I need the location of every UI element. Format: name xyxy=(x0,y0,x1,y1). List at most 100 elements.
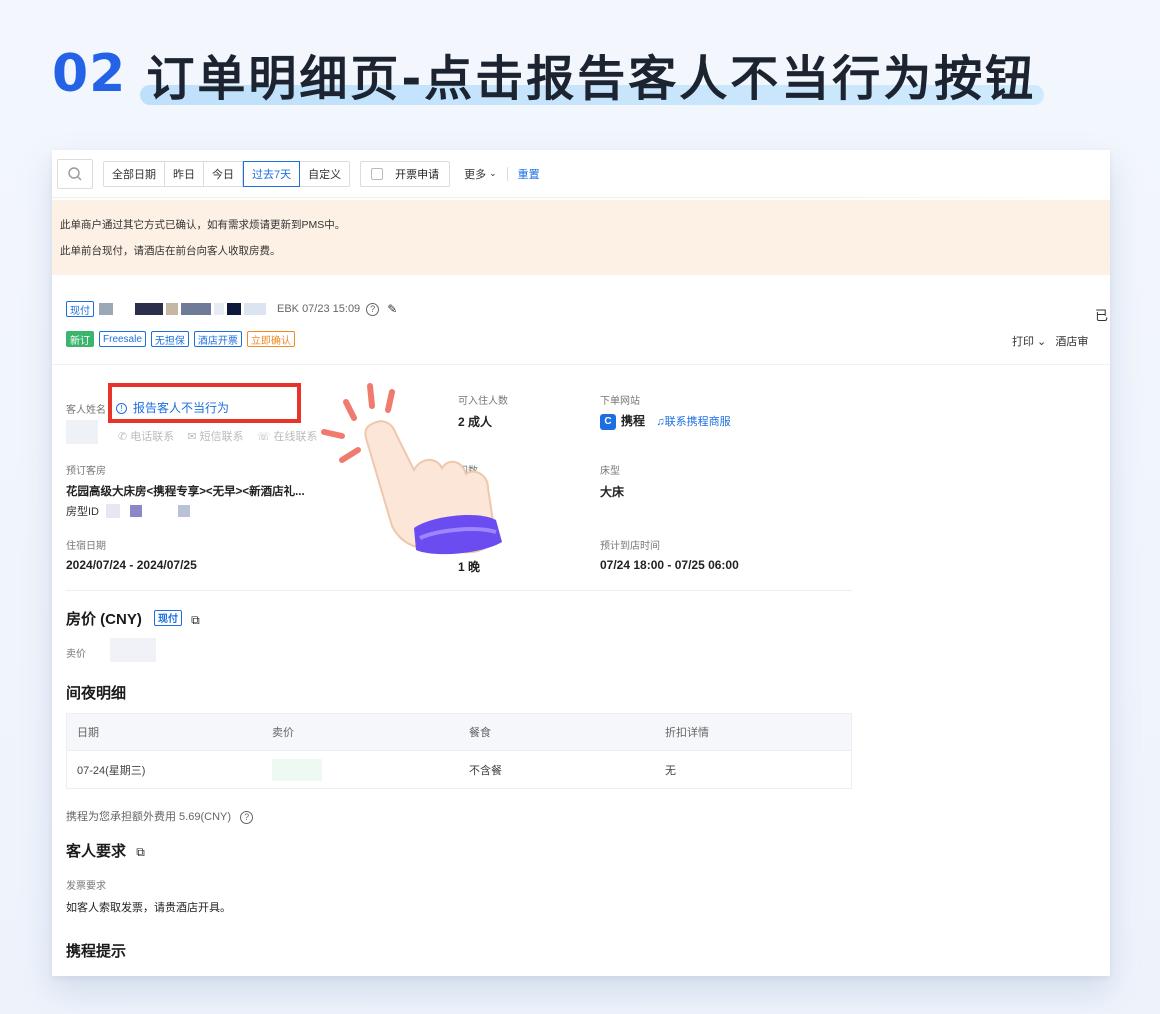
masked-room-id xyxy=(106,504,121,518)
masked-guest-name xyxy=(66,420,98,444)
filter-past-7-days[interactable]: 过去7天 xyxy=(243,160,301,187)
phone-icon: ✆ xyxy=(118,431,128,443)
date-filter-group: 全部日期 昨日 今日 过去7天 自定义 xyxy=(103,160,351,187)
message-icon: ✉ xyxy=(187,431,197,443)
order-actions: 打印 ⌄ 酒店审 xyxy=(1012,333,1110,349)
section-divider xyxy=(66,590,852,591)
order-notice-banner: 此单商户通过其它方式已确认，如有需求烦请更新到PMS中。 此单前台现付，请酒店在… xyxy=(52,200,1110,275)
print-dropdown[interactable]: 打印 ⌄ xyxy=(1012,336,1046,348)
price-pay-tag: 现付 xyxy=(154,609,182,626)
masked-block xyxy=(244,303,266,315)
arrival-time-value: 07/24 18:00 - 07/25 06:00 xyxy=(600,558,739,572)
filter-yesterday[interactable]: 昨日 xyxy=(165,161,204,186)
order-header: 现付 EBK 07/23 15:09 ? ✎ 新订 Freesale 无担保 酒… xyxy=(52,275,1110,365)
more-filters-dropdown[interactable]: 更多 ⌄ xyxy=(464,166,497,182)
arrival-time-label: 预计到店时间 xyxy=(600,541,660,552)
room-id-label-text: 房型ID xyxy=(66,506,99,518)
tag-freesale: Freesale xyxy=(99,331,146,347)
channel-value: C 携程 ♫联系携程商服 xyxy=(600,412,731,430)
invoice-request-checkbox[interactable] xyxy=(371,167,384,180)
chevron-down-icon: ⌄ xyxy=(489,168,497,178)
slide-heading: 02 订单明细页-点击报告客人不当行为按钮 xyxy=(52,34,1045,114)
trip-logo-icon: C xyxy=(600,413,616,430)
room-price-title-text: 房价 (CNY) xyxy=(66,611,142,628)
extra-fee-note: 携程为您承担额外费用 5.69(CNY) ? xyxy=(66,808,254,824)
room-id-label: 房型ID xyxy=(66,503,193,519)
sms-contact-link[interactable]: 短信联系 xyxy=(200,431,244,443)
stay-dates-label: 住宿日期 xyxy=(66,541,106,552)
masked-row-price xyxy=(272,758,322,781)
order-detail-screenshot: 全部日期 昨日 今日 过去7天 自定义 开票申请 更多 ⌄ 重置 此单商户通过其… xyxy=(52,150,1110,976)
masked-sell-price xyxy=(110,638,156,662)
trip-tips-title: 携程提示 xyxy=(66,943,127,960)
room-count-label: 间数 xyxy=(458,466,478,477)
tag-hotel-invoice: 酒店开票 xyxy=(193,331,242,347)
masked-block xyxy=(166,303,178,315)
guest-name-label: 客人姓名 xyxy=(66,405,106,416)
help-circle-icon[interactable]: ? xyxy=(240,810,254,824)
notice-line-2: 此单前台现付，请酒店在前台向客人收取房费。 xyxy=(60,245,281,257)
toolbar-fade xyxy=(810,150,1110,198)
contact-trip-support-link[interactable]: ♫联系携程商服 xyxy=(656,416,730,428)
filter-custom[interactable]: 自定义 xyxy=(300,161,350,186)
masked-block xyxy=(227,303,241,315)
step-number: 02 xyxy=(52,44,127,104)
guest-requests-title-text: 客人要求 xyxy=(66,843,127,860)
reset-link[interactable]: 重置 xyxy=(518,166,540,182)
print-label: 打印 xyxy=(1012,336,1034,348)
sell-price-label: 卖价 xyxy=(66,649,86,660)
search-button[interactable] xyxy=(57,158,93,189)
channel-name: 携程 xyxy=(621,414,646,428)
nights-label: 天数 xyxy=(458,541,478,552)
table-row: 07-24(星期三) 不含餐 无 xyxy=(67,750,851,788)
masked-block xyxy=(214,303,224,315)
guest-contact-links: ✆ 电话联系 ✉ 短信联系 ☏ 在线联系 xyxy=(118,428,318,444)
order-status-text: 已 xyxy=(1094,308,1108,323)
masked-block xyxy=(181,303,211,315)
more-label: 更多 xyxy=(464,168,487,181)
stay-dates-value: 2024/07/24 - 2024/07/25 xyxy=(66,558,197,572)
room-price-title: 房价 (CNY) 现付 ⧉ xyxy=(66,608,200,629)
contact-trip-support-label: 联系携程商服 xyxy=(664,416,731,428)
help-circle-icon[interactable]: ? xyxy=(366,302,380,316)
hotel-review-button[interactable]: 酒店审 xyxy=(1055,336,1088,348)
row-meal: 不含餐 xyxy=(469,764,502,777)
masked-block xyxy=(135,303,163,315)
copy-icon[interactable]: ⧉ xyxy=(136,845,145,859)
toolbar-divider xyxy=(506,166,508,181)
filter-today[interactable]: 今日 xyxy=(204,161,243,186)
invoice-request-filter[interactable]: 开票申请 xyxy=(360,160,451,187)
headset-icon: ♫ xyxy=(656,416,665,428)
col-date: 日期 xyxy=(77,727,99,739)
search-icon xyxy=(68,166,82,180)
tag-new-order: 新订 xyxy=(66,331,94,347)
col-price: 卖价 xyxy=(272,727,294,739)
order-tags-row: 新订 Freesale 无担保 酒店开票 立即确认 xyxy=(66,331,300,347)
guest-requests-title: 客人要求 ⧉ xyxy=(66,840,145,861)
nights-value: 1 晚 xyxy=(458,560,481,574)
online-contact-link[interactable]: 在线联系 xyxy=(274,431,318,443)
order-id-row: 现付 EBK 07/23 15:09 ? ✎ xyxy=(66,301,397,317)
ebk-timestamp: EBK 07/23 15:09 xyxy=(277,303,361,315)
room-name: 花园高级大床房<携程专享><无早><新酒店礼... xyxy=(66,486,305,498)
occupancy-value: 2 成人 xyxy=(458,415,493,429)
col-meal: 餐食 xyxy=(469,727,491,739)
notice-line-1: 此单商户通过其它方式已确认，如有需求烦请更新到PMS中。 xyxy=(60,219,346,231)
bed-type-label: 床型 xyxy=(600,466,620,477)
extra-fee-text: 携程为您承担额外费用 5.69(CNY) xyxy=(66,811,232,823)
tag-no-guarantee: 无担保 xyxy=(150,331,189,347)
invoice-request-label: 开票申请 xyxy=(395,168,440,181)
room-label: 预订客房 xyxy=(66,466,106,477)
masked-block xyxy=(178,505,191,517)
chat-icon: ☏ xyxy=(256,431,271,443)
copy-icon[interactable]: ⧉ xyxy=(191,613,200,627)
filter-all-dates[interactable]: 全部日期 xyxy=(104,161,165,186)
nightly-detail-table: 日期 卖价 餐食 折扣详情 07-24(星期三) 不含餐 无 xyxy=(66,713,852,789)
edit-pencil-icon[interactable]: ✎ xyxy=(387,302,397,316)
phone-contact-link[interactable]: 电话联系 xyxy=(130,431,174,443)
table-header: 日期 卖价 餐食 折扣详情 xyxy=(67,714,851,750)
row-date: 07-24(星期三) xyxy=(77,764,146,777)
pay-type-tag: 现付 xyxy=(66,301,94,317)
occupancy-label: 可入住人数 xyxy=(458,396,508,407)
row-discount: 无 xyxy=(665,764,676,777)
